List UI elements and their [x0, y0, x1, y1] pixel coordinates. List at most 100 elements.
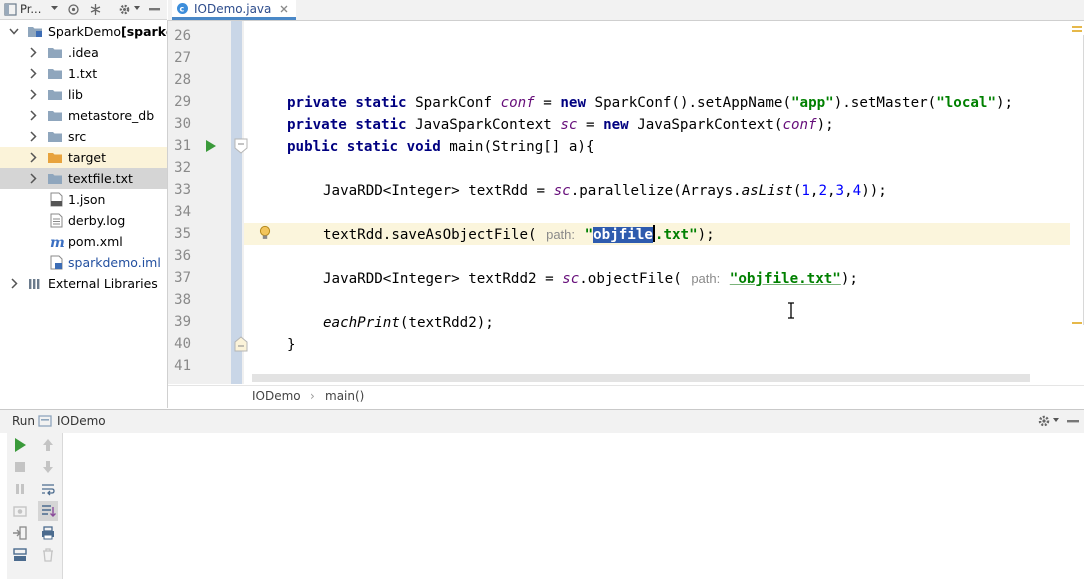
project-view-title[interactable]: Pr... [20, 2, 41, 16]
code-line-31[interactable]: public static void main(String[] a){ [287, 136, 595, 158]
breadcrumb-method[interactable]: main() [325, 389, 364, 403]
layout-icon[interactable] [12, 547, 28, 563]
code-token: eachPrint [323, 315, 400, 331]
code-token: ).setMaster( [833, 95, 937, 111]
tree-item-derby-log[interactable]: derby.log [0, 210, 167, 231]
code-line-30[interactable]: private static JavaSparkContext sc = new… [287, 114, 834, 136]
project-view-dropdown-icon[interactable] [51, 4, 58, 12]
line-number: 28 [174, 72, 191, 88]
tree-item-1json[interactable]: 1.json [0, 189, 167, 210]
dump-threads-icon[interactable] [12, 503, 28, 519]
hide-panel-icon[interactable] [148, 3, 161, 16]
gutter-change-strip [231, 21, 242, 384]
chevron-right-icon[interactable] [28, 47, 38, 58]
tree-item-label: derby.log [68, 213, 126, 228]
chevron-right-icon[interactable] [28, 173, 38, 184]
collapse-all-icon[interactable] [89, 3, 102, 16]
chevron-right-icon[interactable] [28, 89, 38, 100]
gear-icon[interactable] [118, 3, 131, 16]
arrow-up-icon[interactable] [40, 437, 56, 453]
line-number: 33 [174, 182, 191, 198]
tree-item-target[interactable]: target [0, 147, 167, 168]
stop-icon[interactable] [12, 459, 28, 475]
line-number: 35 [174, 226, 191, 242]
soft-wrap-icon[interactable] [40, 481, 56, 497]
line-number: 27 [174, 50, 191, 66]
code-line-33[interactable]: JavaRDD<Integer> textRdd = sc.paralleliz… [323, 180, 887, 202]
code-token: 3 [835, 183, 845, 199]
svg-text:c: c [180, 5, 185, 14]
code-token: " [584, 227, 594, 243]
tree-item-textfile-txt[interactable]: textfile.txt [0, 168, 167, 189]
hide-panel-icon[interactable] [1066, 414, 1080, 428]
code-token: 2 [818, 183, 827, 199]
print-icon[interactable] [40, 525, 56, 541]
project-view-icon[interactable] [4, 3, 17, 16]
pause-icon[interactable] [12, 481, 28, 497]
gear-dropdown-icon[interactable] [1053, 417, 1059, 423]
code-token: JavaSparkContext [406, 117, 561, 133]
line-number: 26 [174, 28, 191, 44]
chevron-right-icon[interactable] [28, 68, 38, 79]
tree-item-label: textfile.txt [68, 171, 133, 186]
warning-marker[interactable] [1072, 26, 1082, 28]
breadcrumb-class[interactable]: IODemo [252, 389, 301, 403]
tree-item-label: target [68, 150, 107, 165]
gear-icon[interactable] [1037, 414, 1051, 428]
fold-end-icon[interactable] [234, 336, 248, 352]
scroll-to-end-icon[interactable] [38, 501, 58, 521]
trash-icon[interactable] [40, 547, 56, 563]
tree-item-label: 1.json [68, 192, 106, 207]
tree-item-1txt[interactable]: 1.txt [0, 63, 167, 84]
locate-target-icon[interactable] [67, 3, 80, 16]
chevron-right-icon[interactable] [28, 131, 38, 142]
breadcrumb-separator: › [310, 389, 315, 403]
warning-marker[interactable] [1072, 322, 1082, 324]
tree-item-pom-xml[interactable]: m pom.xml [0, 231, 167, 252]
code-token: = [534, 95, 561, 111]
warning-marker[interactable] [1072, 30, 1082, 32]
run-panel-label[interactable]: Run [12, 414, 35, 428]
code-line-35[interactable]: textRdd.saveAsObjectFile( path: "objfile… [323, 224, 715, 246]
line-number: 40 [174, 336, 191, 352]
code-line-40[interactable]: } [287, 334, 296, 356]
code-token: conf [500, 95, 535, 111]
chevron-down-icon[interactable] [9, 26, 19, 37]
tree-item-suffix: [sparkd [121, 24, 167, 39]
run-config-name[interactable]: IODemo [57, 414, 106, 428]
rerun-icon[interactable] [12, 437, 28, 453]
code-token: private static [287, 95, 407, 111]
lightbulb-icon[interactable] [258, 225, 272, 241]
close-icon[interactable] [280, 5, 288, 13]
horizontal-scrollbar[interactable] [252, 374, 1030, 382]
code-line-39[interactable]: eachPrint(textRdd2); [323, 312, 494, 334]
fold-method-icon[interactable] [234, 138, 248, 154]
tree-item-lib[interactable]: lib [0, 84, 167, 105]
editor-tab-iodemo[interactable]: c IODemo.java [172, 0, 297, 20]
run-console[interactable] [0, 433, 1084, 579]
code-token: sc [560, 117, 578, 133]
selected-text[interactable]: objfile [593, 227, 653, 243]
code-line-37[interactable]: JavaRDD<Integer> textRdd2 = sc.objectFil… [323, 268, 858, 290]
exit-icon[interactable] [12, 525, 28, 541]
code-token: .objectFile( [579, 271, 682, 287]
iml-file-icon [49, 255, 65, 270]
chevron-right-icon[interactable] [28, 152, 38, 163]
tree-item-src[interactable]: src [0, 126, 167, 147]
chevron-right-icon[interactable] [9, 278, 19, 289]
gear-dropdown-icon[interactable] [134, 5, 140, 11]
tree-item-metastore-db[interactable]: metastore_db [0, 105, 167, 126]
run-main-icon[interactable] [205, 139, 217, 153]
tree-item-external-libraries[interactable]: External Libraries [0, 273, 167, 294]
chevron-right-icon[interactable] [28, 110, 38, 121]
code-line-29[interactable]: private static SparkConf conf = new Spar… [287, 92, 1013, 114]
error-stripe[interactable] [1070, 21, 1084, 384]
code-token: "objfile.txt" [729, 271, 841, 287]
tree-item-idea[interactable]: .idea [0, 42, 167, 63]
code-token: (textRdd2); [399, 315, 494, 331]
tree-item-sparkdemo-iml[interactable]: sparkdemo.iml [0, 252, 167, 273]
arrow-down-icon[interactable] [40, 459, 56, 475]
line-number: 32 [174, 160, 191, 176]
folder-icon [47, 66, 63, 81]
tree-item-sparkdemo[interactable]: SparkDemo [sparkd [0, 21, 167, 42]
